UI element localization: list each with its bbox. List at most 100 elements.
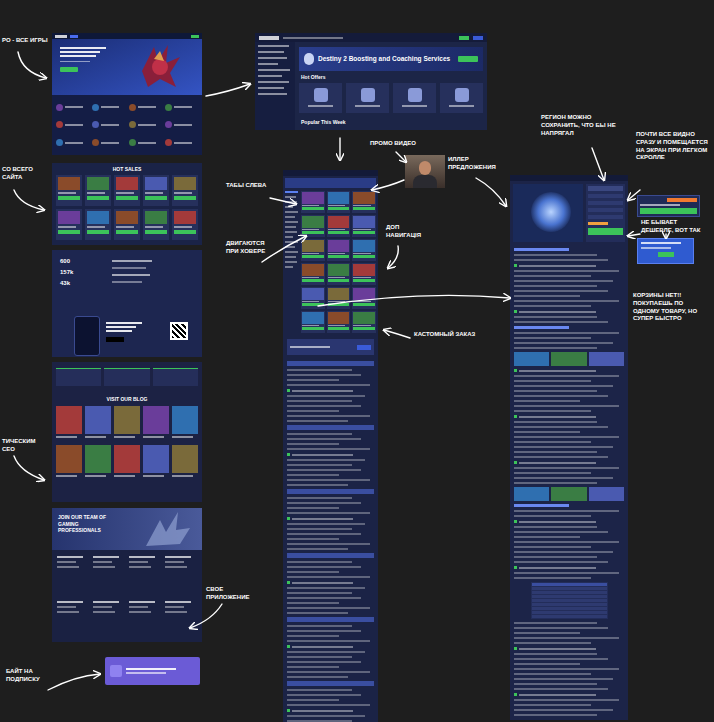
promo-video[interactable] [405,155,445,188]
product-buy-button[interactable] [302,279,324,282]
game-link[interactable] [56,101,89,114]
left-tab[interactable] [285,196,296,198]
product-card[interactable] [301,287,325,309]
sale-card[interactable] [143,209,169,240]
blog-card[interactable] [172,445,198,481]
left-tab[interactable] [285,221,298,223]
left-tab[interactable] [285,256,296,258]
left-tab[interactable] [285,231,297,233]
game-link[interactable] [165,119,198,132]
product-card[interactable] [301,191,325,213]
product-buy-button[interactable] [302,231,324,234]
product-card[interactable] [327,215,351,237]
game-link[interactable] [92,101,125,114]
product-buy-button[interactable] [328,279,350,282]
option-row[interactable] [588,194,623,198]
product-buy-button[interactable] [353,231,375,234]
sale-buy-button[interactable] [116,196,138,200]
sale-buy-button[interactable] [174,230,196,234]
option-row[interactable] [588,208,623,212]
left-tab[interactable] [285,236,293,238]
left-tab[interactable] [285,246,295,248]
game-link[interactable] [129,101,162,114]
offer-card[interactable] [440,83,483,113]
offer-card[interactable] [299,83,342,113]
custom-order[interactable] [287,339,374,355]
product-buy-button[interactable] [302,303,324,306]
sale-card[interactable] [172,209,198,240]
sale-card[interactable] [172,175,198,206]
product-buy-button[interactable] [302,327,324,330]
hero-button[interactable] [60,67,78,72]
product-card[interactable] [327,311,351,333]
product-card[interactable] [327,263,351,285]
left-tab[interactable] [285,251,298,253]
game-link[interactable] [92,136,125,149]
sale-buy-button[interactable] [116,230,138,234]
sidebar-item[interactable] [258,63,278,65]
product-buy-button[interactable] [302,207,324,210]
banner-button[interactable] [458,56,478,62]
order-button[interactable] [357,345,371,350]
left-tab[interactable] [285,201,297,203]
product-card[interactable] [301,239,325,261]
blog-card[interactable] [114,406,140,442]
sidebar-item[interactable] [258,57,287,59]
product-card[interactable] [301,311,325,333]
sale-buy-button[interactable] [145,196,167,200]
blog-card[interactable] [143,445,169,481]
sale-card[interactable] [143,175,169,206]
blog-card[interactable] [114,445,140,481]
sale-buy-button[interactable] [87,196,109,200]
subscription-banner[interactable] [105,657,200,685]
sale-buy-button[interactable] [174,196,196,200]
product-card[interactable] [352,287,376,309]
product-buy-button[interactable] [353,327,375,330]
product-card[interactable] [352,215,376,237]
product-buy-button[interactable] [328,255,350,258]
game-link[interactable] [129,136,162,149]
product-card[interactable] [327,239,351,261]
game-link[interactable] [56,136,89,149]
left-tab[interactable] [285,216,295,218]
sidebar-item[interactable] [258,93,287,95]
left-tab[interactable] [285,211,298,213]
game-link[interactable] [165,101,198,114]
sale-buy-button[interactable] [58,196,80,200]
buy-button[interactable] [588,228,623,235]
product-buy-button[interactable] [302,255,324,258]
offer-card[interactable] [393,83,436,113]
product-card[interactable] [301,263,325,285]
popup-button[interactable] [658,252,674,257]
option-row[interactable] [588,215,623,219]
blog-card[interactable] [56,406,82,442]
nav-button[interactable] [191,35,199,38]
product-buy-button[interactable] [328,231,350,234]
product-card[interactable] [352,263,376,285]
product-buy-button[interactable] [353,207,375,210]
blog-card[interactable] [56,445,82,481]
blog-card[interactable] [85,445,111,481]
product-card[interactable] [352,191,376,213]
game-link[interactable] [165,136,198,149]
header-button[interactable] [473,36,483,40]
blog-card[interactable] [143,406,169,442]
region-select[interactable] [588,186,623,191]
blog-card[interactable] [172,406,198,442]
product-card[interactable] [352,239,376,261]
left-tab[interactable] [285,261,297,263]
sale-card[interactable] [56,175,82,206]
product-card[interactable] [352,311,376,333]
sidebar-item[interactable] [258,51,284,53]
product-card[interactable] [301,215,325,237]
sale-buy-button[interactable] [58,230,80,234]
sidebar-item[interactable] [258,45,289,47]
sale-card[interactable] [85,209,111,240]
sale-card[interactable] [56,209,82,240]
left-tab[interactable] [285,206,293,208]
sale-card[interactable] [85,175,111,206]
popup-buy-button[interactable] [640,208,697,214]
sale-buy-button[interactable] [145,230,167,234]
header-button[interactable] [459,36,469,40]
left-tab[interactable] [285,226,296,228]
